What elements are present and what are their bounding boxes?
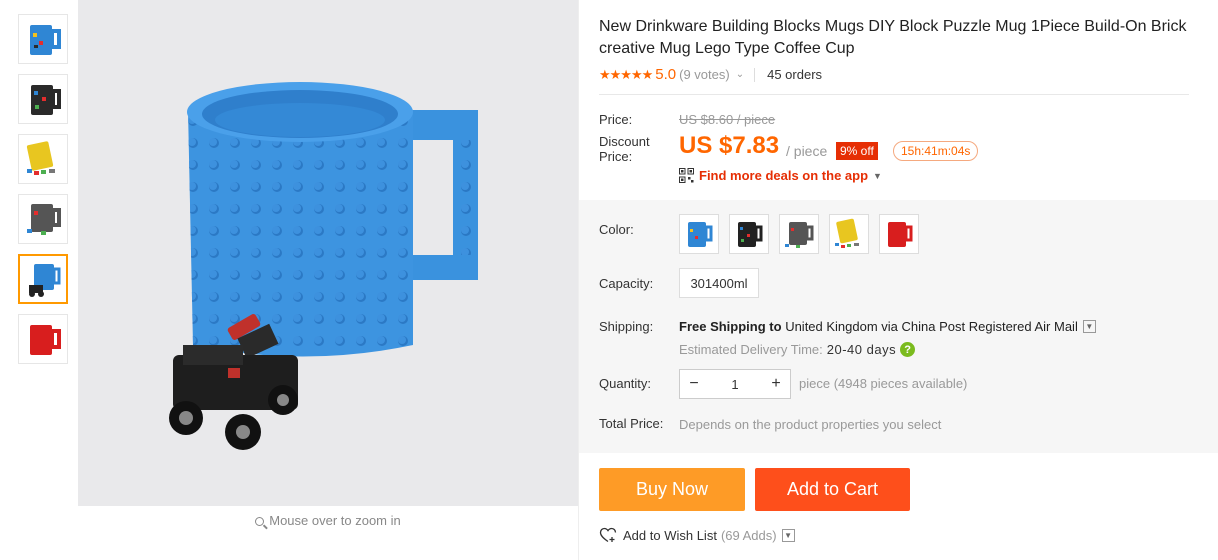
red-mug-thumb-icon <box>30 325 61 355</box>
gray-mug-swatch-icon <box>785 222 814 248</box>
product-title: New Drinkware Building Blocks Mugs DIY B… <box>599 18 1187 57</box>
shipping-method[interactable]: Free Shipping to United Kingdom via Chin… <box>679 319 1096 334</box>
quantity-increase-button[interactable]: + <box>762 375 790 393</box>
color-swatches <box>679 214 929 254</box>
stock-availability: piece (4948 pieces available) <box>799 376 968 391</box>
add-to-cart-button[interactable]: Add to Cart <box>755 468 910 511</box>
shipping-label: Shipping: <box>599 319 654 334</box>
quantity-input[interactable]: 1 <box>708 377 762 392</box>
chevron-down-icon[interactable]: ▼ <box>781 528 795 542</box>
yellow-mug-swatch-icon <box>835 218 859 248</box>
blue-mug-thumb-icon <box>30 25 61 55</box>
wish-adds-count: (69 Adds) <box>720 527 777 543</box>
help-icon[interactable]: ? <box>900 342 916 357</box>
yellow-mug-thumb-icon <box>26 141 55 175</box>
per-piece-unit: / piece <box>786 143 828 159</box>
thumbnail-blue-mug[interactable] <box>18 14 68 64</box>
free-shipping-text: Free Shipping to <box>679 319 782 334</box>
discount-price: US $7.83 <box>679 132 780 159</box>
app-deals-link[interactable]: Find more deals on the app ▼ <box>679 168 882 183</box>
color-label: Color: <box>599 222 634 237</box>
blue-mug-car-thumb-icon <box>29 264 61 297</box>
thumbnail-blue-mug-car[interactable] <box>18 254 68 304</box>
rating-row: ★★★★★ 5.0 (9 votes) ⌄ 45 orders <box>599 66 822 83</box>
add-to-wish-list-link[interactable]: Add to Wish List <box>623 528 717 543</box>
quantity-label: Quantity: <box>599 376 652 391</box>
magnifier-icon <box>255 517 265 526</box>
wish-list-row: Add to Wish List (69 Adds) ▼ <box>599 527 795 543</box>
red-mug-swatch-icon <box>888 222 913 247</box>
total-price-label: Total Price: <box>599 416 664 431</box>
quantity-stepper: − 1 + <box>679 369 791 399</box>
delivery-days: 20-40 days <box>826 342 897 357</box>
blue-mug-swatch-icon <box>688 222 713 247</box>
blue-lego-mug-illustration <box>169 82 478 450</box>
gray-mug-thumb-icon <box>27 204 61 235</box>
original-price: US $8.60 / piece <box>679 112 776 127</box>
discount-price-label-line2: Price: <box>599 149 633 164</box>
capacity-label: Capacity: <box>599 276 654 291</box>
color-swatch-gray[interactable] <box>779 214 819 254</box>
price-label: Price: <box>599 112 633 127</box>
thumbnail-red-mug[interactable] <box>18 314 68 364</box>
total-price-note: Depends on the product properties you se… <box>679 417 942 432</box>
delivery-label: Estimated Delivery Time: <box>679 342 823 357</box>
black-mug-swatch-icon <box>738 222 763 247</box>
color-swatch-black[interactable] <box>729 214 769 254</box>
votes-link[interactable]: (9 votes) <box>679 67 730 82</box>
capacity-option-301400ml[interactable]: 301400ml <box>679 268 759 298</box>
app-deals-text: Find more deals on the app <box>699 168 869 183</box>
buy-now-button[interactable]: Buy Now <box>599 468 745 511</box>
main-product-image[interactable] <box>78 0 578 506</box>
quantity-decrease-button[interactable]: − <box>680 375 708 393</box>
color-swatch-blue[interactable] <box>679 214 719 254</box>
thumbnail-gray-mug[interactable] <box>18 194 68 244</box>
star-rating-icon: ★★★★★ <box>599 66 653 82</box>
title-divider <box>599 94 1189 95</box>
orders-count: 45 orders <box>767 67 823 82</box>
caret-down-icon: ▼ <box>873 170 882 181</box>
thumbnail-yellow-mug[interactable] <box>18 134 68 184</box>
thumbnail-black-mug[interactable] <box>18 74 68 124</box>
estimated-delivery: Estimated Delivery Time: 20-40 days ? <box>679 342 916 357</box>
discount-price-label-line1: Discount <box>599 134 650 149</box>
thumbnail-list <box>18 14 70 374</box>
heart-plus-icon[interactable] <box>599 527 617 543</box>
countdown-timer: 15h:41m:04s <box>893 141 979 161</box>
rating-separator <box>754 67 756 82</box>
color-swatch-red[interactable] <box>879 214 919 254</box>
zoom-hint: Mouse over to zoom in <box>78 513 578 528</box>
black-mug-thumb-icon <box>31 85 61 115</box>
discount-badge: 9% off <box>836 142 878 160</box>
qr-code-icon <box>679 168 694 183</box>
rating-score: 5.0 <box>655 66 677 83</box>
chevron-down-icon[interactable]: ⌄ <box>736 69 744 80</box>
shipping-destination: United Kingdom via China Post Registered… <box>785 319 1078 334</box>
zoom-hint-text: Mouse over to zoom in <box>269 513 401 528</box>
chevron-down-icon[interactable]: ▼ <box>1082 320 1096 333</box>
color-swatch-yellow[interactable] <box>829 214 869 254</box>
